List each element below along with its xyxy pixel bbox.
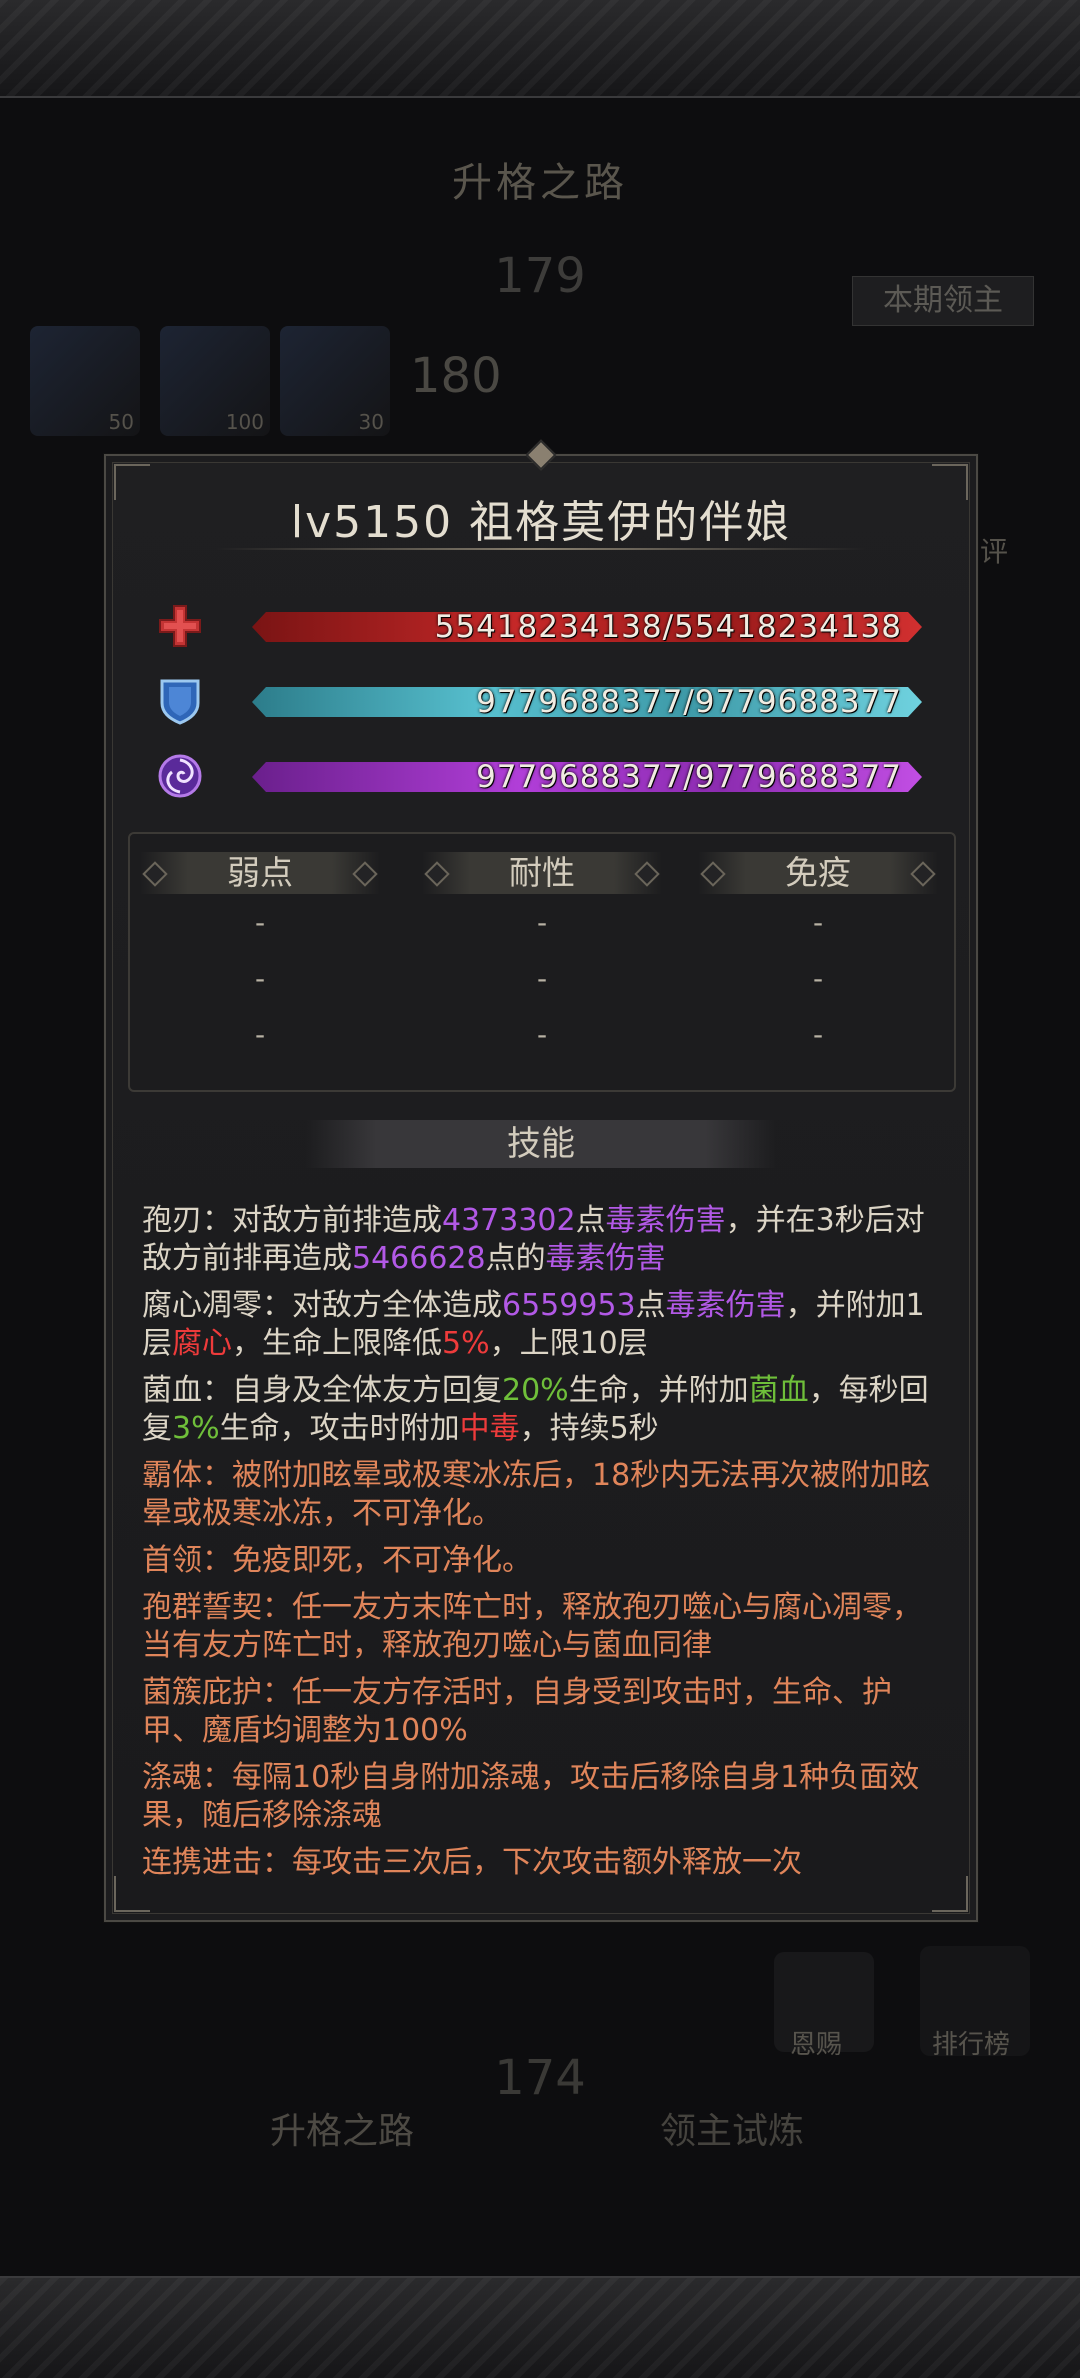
hp-row: 55418234138/55418234138 <box>154 605 934 647</box>
boss-info-dialog: lv5150 祖格莫伊的伴娘 55418234138/55418234138 9… <box>104 439 978 1922</box>
damage-type: 毒素伤害 <box>665 1288 786 1323</box>
skill-text: 点 <box>635 1288 666 1323</box>
buff-name: 菌血 <box>748 1373 809 1408</box>
immunity-header: 免疫 <box>698 852 938 894</box>
heal-value: 20% <box>502 1373 569 1408</box>
skill-text: 生命，并附加 <box>568 1373 749 1408</box>
skill-text: ，生命上限降低 <box>232 1326 442 1361</box>
skill-text: 菌血：自身及全体友方回复 <box>142 1373 502 1408</box>
magic-shield-value: 9779688377/9779688377 <box>476 759 902 795</box>
background-level-180: 180 <box>410 348 502 404</box>
resistance-cell: - <box>536 906 548 939</box>
nav-lord-trial: 领主试炼 <box>660 2111 805 2152</box>
title-divider <box>216 548 866 550</box>
background-item: 50 <box>30 326 140 436</box>
skill-boss: 首领：免疫即死，不可净化。 <box>142 1543 532 1578</box>
immunity-cell: - <box>812 906 824 939</box>
skill-text: 孢刃：对敌方前排造成 <box>142 1203 442 1238</box>
debuff-name: 中毒 <box>459 1411 520 1446</box>
shield-row: 9779688377/9779688377 <box>154 754 934 798</box>
skill-text: 点 <box>575 1203 606 1238</box>
nav-ascension-path: 升格之路 <box>270 2111 415 2152</box>
item-count: 50 <box>108 410 134 434</box>
damage-value: 5466628 <box>352 1241 486 1276</box>
damage-value: 6559953 <box>502 1288 636 1323</box>
skill-super-armor: 霸体：被附加眩晕或极寒冰冻后，18秒内无法再次被附加眩晕或极寒冰冻，不可净化。 <box>142 1458 931 1531</box>
skills-header: 技能 <box>306 1120 776 1168</box>
skill-rotting-heart: 腐心凋零：对敌方全体造成6559953点毒素伤害，并附加1层腐心，生命上限降低5… <box>142 1287 942 1363</box>
skill-chain-attack: 连携进击：每攻击三次后，下次攻击额外释放一次 <box>142 1845 802 1880</box>
item-count: 30 <box>358 410 384 434</box>
skill-fungal-shelter: 菌簇庇护：任一友方存活时，自身受到攻击时，生命、护甲、魔盾均调整为100% <box>142 1675 892 1748</box>
armor-row: 9779688377/9779688377 <box>154 679 934 725</box>
red-cross-icon <box>159 605 201 647</box>
hp-value: 55418234138/55418234138 <box>434 609 902 645</box>
diamond-ornament-icon <box>525 439 557 471</box>
skill-spore-pact: 孢群誓契：任一友方末阵亡时，释放孢刃噬心与腐心凋零，当有友方阵亡时，释放孢刃噬心… <box>142 1590 922 1663</box>
weakness-cell: - <box>254 1018 266 1051</box>
skill-cleanse-soul: 涤魂：每隔10秒自身附加涤魂，攻击后移除自身1种负面效果，随后移除涤魂 <box>142 1760 920 1833</box>
background-level-174: 174 <box>494 2050 586 2106</box>
skill-fungal-blood: 菌血：自身及全体友方回复20%生命，并附加菌血，每秒回复3%生命，攻击时附加中毒… <box>142 1372 942 1448</box>
background-item: 30 <box>280 326 390 436</box>
weakness-cell: - <box>254 906 266 939</box>
skill-text: 生命，攻击时附加 <box>219 1411 460 1446</box>
resistance-cell: - <box>536 1018 548 1051</box>
debuff-value: 5% <box>442 1326 490 1361</box>
background-boss-tag: 本期领主 <box>852 276 1034 326</box>
skill-text: 点的 <box>485 1241 546 1276</box>
resistance-cell: - <box>536 962 548 995</box>
weakness-header: 弱点 <box>140 852 380 894</box>
armor-value: 9779688377/9779688377 <box>476 684 902 720</box>
resistance-panel: 弱点 耐性 免疫 - - - - - - - - - <box>128 832 956 1092</box>
immunity-cell: - <box>812 962 824 995</box>
item-count: 100 <box>225 410 264 434</box>
damage-type: 毒素伤害 <box>545 1241 666 1276</box>
background-title: 升格之路 <box>452 160 628 206</box>
boss-title: lv5150 祖格莫伊的伴娘 <box>290 497 792 548</box>
skill-text: 腐心凋零：对敌方全体造成 <box>142 1288 502 1323</box>
debuff-name: 腐心 <box>172 1326 232 1361</box>
weakness-cell: - <box>254 962 266 995</box>
skills-list: 孢刃：对敌方前排造成4373302点毒素伤害，并在3秒后对敌方前排再造成5466… <box>142 1202 942 1891</box>
bottom-frame <box>0 2276 1080 2378</box>
blue-shield-icon <box>160 679 200 725</box>
resistance-header: 耐性 <box>422 852 662 894</box>
purple-swirl-icon <box>158 754 202 798</box>
skill-spore-blade: 孢刃：对敌方前排造成4373302点毒素伤害，并在3秒后对敌方前排再造成5466… <box>142 1202 942 1278</box>
top-frame <box>0 0 1080 98</box>
skill-text: ，上限10层 <box>489 1326 648 1361</box>
damage-type: 毒素伤害 <box>605 1203 726 1238</box>
damage-value: 4373302 <box>442 1203 576 1238</box>
background-edge-text: 评 <box>980 535 1009 568</box>
background-item: 100 <box>160 326 270 436</box>
immunity-cell: - <box>812 1018 824 1051</box>
skill-text: ，持续5秒 <box>519 1411 659 1446</box>
heal-value: 3% <box>172 1411 220 1446</box>
